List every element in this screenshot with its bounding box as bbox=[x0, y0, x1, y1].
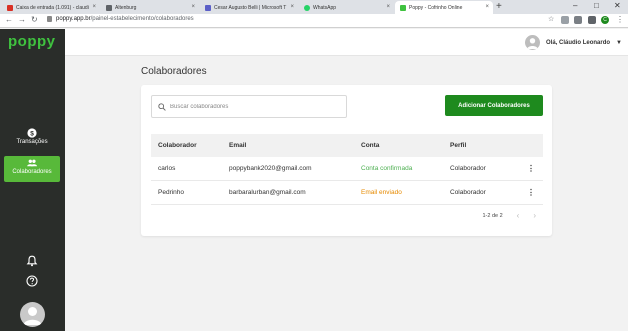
user-icon bbox=[23, 307, 42, 325]
address-bar: ← → ↻ poppy.app.br /painel-estabelecimen… bbox=[0, 14, 628, 28]
search-icon bbox=[158, 102, 166, 111]
cell-status: Email enviado bbox=[361, 189, 402, 196]
add-collaborators-button[interactable]: Adicionar Colaboradores bbox=[445, 95, 543, 116]
page-icon bbox=[106, 4, 112, 11]
browser-tab-gmail[interactable]: Caixa de entrada (1.091) - claudi × bbox=[2, 1, 100, 14]
close-icon[interactable]: × bbox=[386, 4, 390, 10]
column-header-email: Email bbox=[229, 142, 247, 149]
search-box[interactable] bbox=[151, 95, 347, 118]
maximize-icon[interactable]: □ bbox=[594, 1, 599, 10]
chevron-left-icon[interactable]: ‹ bbox=[517, 211, 520, 220]
table-row: carlos poppybank2020@gmail.com Conta con… bbox=[151, 157, 543, 181]
browser-tab-whatsapp[interactable]: WhatsApp × bbox=[299, 1, 394, 14]
svg-text:$: $ bbox=[30, 130, 34, 137]
cell-status: Conta confirmada bbox=[361, 165, 413, 172]
avatar bbox=[525, 35, 541, 50]
url-path: /painel-estabelecimento/colaboradores bbox=[90, 16, 194, 22]
cell-email: barbaralurban@gmail.com bbox=[229, 189, 306, 196]
help-icon[interactable] bbox=[26, 275, 38, 287]
gmail-icon bbox=[7, 4, 13, 11]
chevron-right-icon[interactable]: › bbox=[533, 211, 536, 220]
more-vert-icon[interactable]: ⋮ bbox=[527, 187, 535, 199]
collaborators-card: Adicionar Colaboradores Colaborador Emai… bbox=[141, 85, 552, 236]
sidebar-item-transacoes[interactable]: $ Transações bbox=[4, 126, 60, 152]
browser-tab-altenburg[interactable]: Altenburg × bbox=[101, 1, 199, 14]
people-icon bbox=[27, 159, 37, 167]
close-window-icon[interactable]: ✕ bbox=[614, 1, 621, 10]
close-icon[interactable]: × bbox=[92, 4, 96, 10]
whatsapp-icon bbox=[304, 4, 310, 11]
column-header-colaborador: Colaborador bbox=[158, 142, 197, 149]
puzzle-icon[interactable] bbox=[588, 16, 596, 24]
extension-icon[interactable] bbox=[574, 16, 582, 24]
star-icon[interactable]: ☆ bbox=[548, 15, 554, 23]
poppy-logo[interactable]: poppy bbox=[8, 33, 56, 50]
search-input[interactable] bbox=[170, 103, 340, 110]
cell-profile: Colaborador bbox=[450, 189, 486, 196]
tab-title: Cesar Augusto Belli | Microsoft T bbox=[214, 4, 287, 11]
tab-title: Poppy - Cofrinho Online bbox=[409, 4, 463, 11]
lock-icon bbox=[47, 16, 52, 22]
user-icon bbox=[527, 38, 538, 49]
sidebar-item-label: Colaboradores bbox=[12, 169, 52, 175]
app-header: Olá, Cláudio Leonardo ▼ bbox=[65, 29, 628, 56]
browser-tab-poppy[interactable]: Poppy - Cofrinho Online × bbox=[395, 1, 493, 14]
column-header-perfil: Perfil bbox=[450, 142, 467, 149]
more-vert-icon[interactable]: ⋮ bbox=[527, 163, 535, 175]
poppy-favicon-icon bbox=[400, 4, 406, 11]
table-header: Colaborador Email Conta Perfil bbox=[151, 134, 543, 157]
close-icon[interactable]: × bbox=[290, 4, 294, 10]
avatar[interactable] bbox=[20, 302, 45, 327]
minimize-icon[interactable]: – bbox=[573, 1, 577, 10]
more-menu-icon[interactable]: ⋮ bbox=[616, 15, 624, 24]
sidebar: poppy $ Transações Colaboradores bbox=[0, 29, 65, 331]
tab-title: WhatsApp bbox=[313, 4, 337, 11]
tab-title: Altenburg bbox=[115, 4, 137, 11]
cell-name: carlos bbox=[158, 165, 176, 172]
cell-profile: Colaborador bbox=[450, 165, 486, 172]
bell-icon[interactable] bbox=[26, 255, 38, 267]
tab-title: Caixa de entrada (1.091) - claudi bbox=[16, 4, 89, 11]
user-greeting: Olá, Cláudio Leonardo bbox=[546, 39, 611, 46]
extension-icon[interactable] bbox=[561, 16, 569, 24]
browser-tab-teams[interactable]: Cesar Augusto Belli | Microsoft T × bbox=[200, 1, 298, 14]
forward-icon[interactable]: → bbox=[18, 15, 26, 24]
pagination-range: 1-2 de 2 bbox=[482, 212, 503, 219]
teams-icon bbox=[205, 4, 211, 11]
pagination: 1-2 de 2 ‹ › bbox=[482, 211, 536, 220]
new-tab-button[interactable]: + bbox=[496, 1, 502, 12]
table-row: Pedrinho barbaralurban@gmail.com Email e… bbox=[151, 181, 543, 205]
sidebar-item-colaboradores[interactable]: Colaboradores bbox=[4, 156, 60, 182]
cell-name: Pedrinho bbox=[158, 189, 185, 196]
cell-email: poppybank2020@gmail.com bbox=[229, 165, 312, 172]
url-field[interactable]: poppy.app.br /painel-estabelecimento/col… bbox=[47, 16, 194, 22]
profile-avatar[interactable]: C bbox=[601, 16, 609, 24]
dollar-icon: $ bbox=[27, 128, 37, 138]
browser-tab-bar: Caixa de entrada (1.091) - claudi × Alte… bbox=[0, 0, 628, 14]
chevron-down-icon: ▼ bbox=[616, 39, 622, 46]
column-header-conta: Conta bbox=[361, 142, 380, 149]
close-icon[interactable]: × bbox=[191, 4, 195, 10]
user-menu[interactable]: Olá, Cláudio Leonardo ▼ bbox=[525, 35, 622, 50]
back-icon[interactable]: ← bbox=[5, 15, 13, 24]
page-title: Colaboradores bbox=[141, 66, 207, 77]
reload-icon[interactable]: ↻ bbox=[31, 15, 38, 24]
close-icon[interactable]: × bbox=[485, 4, 489, 10]
sidebar-item-label: Transações bbox=[16, 139, 48, 145]
url-host: poppy.app.br bbox=[56, 16, 91, 22]
